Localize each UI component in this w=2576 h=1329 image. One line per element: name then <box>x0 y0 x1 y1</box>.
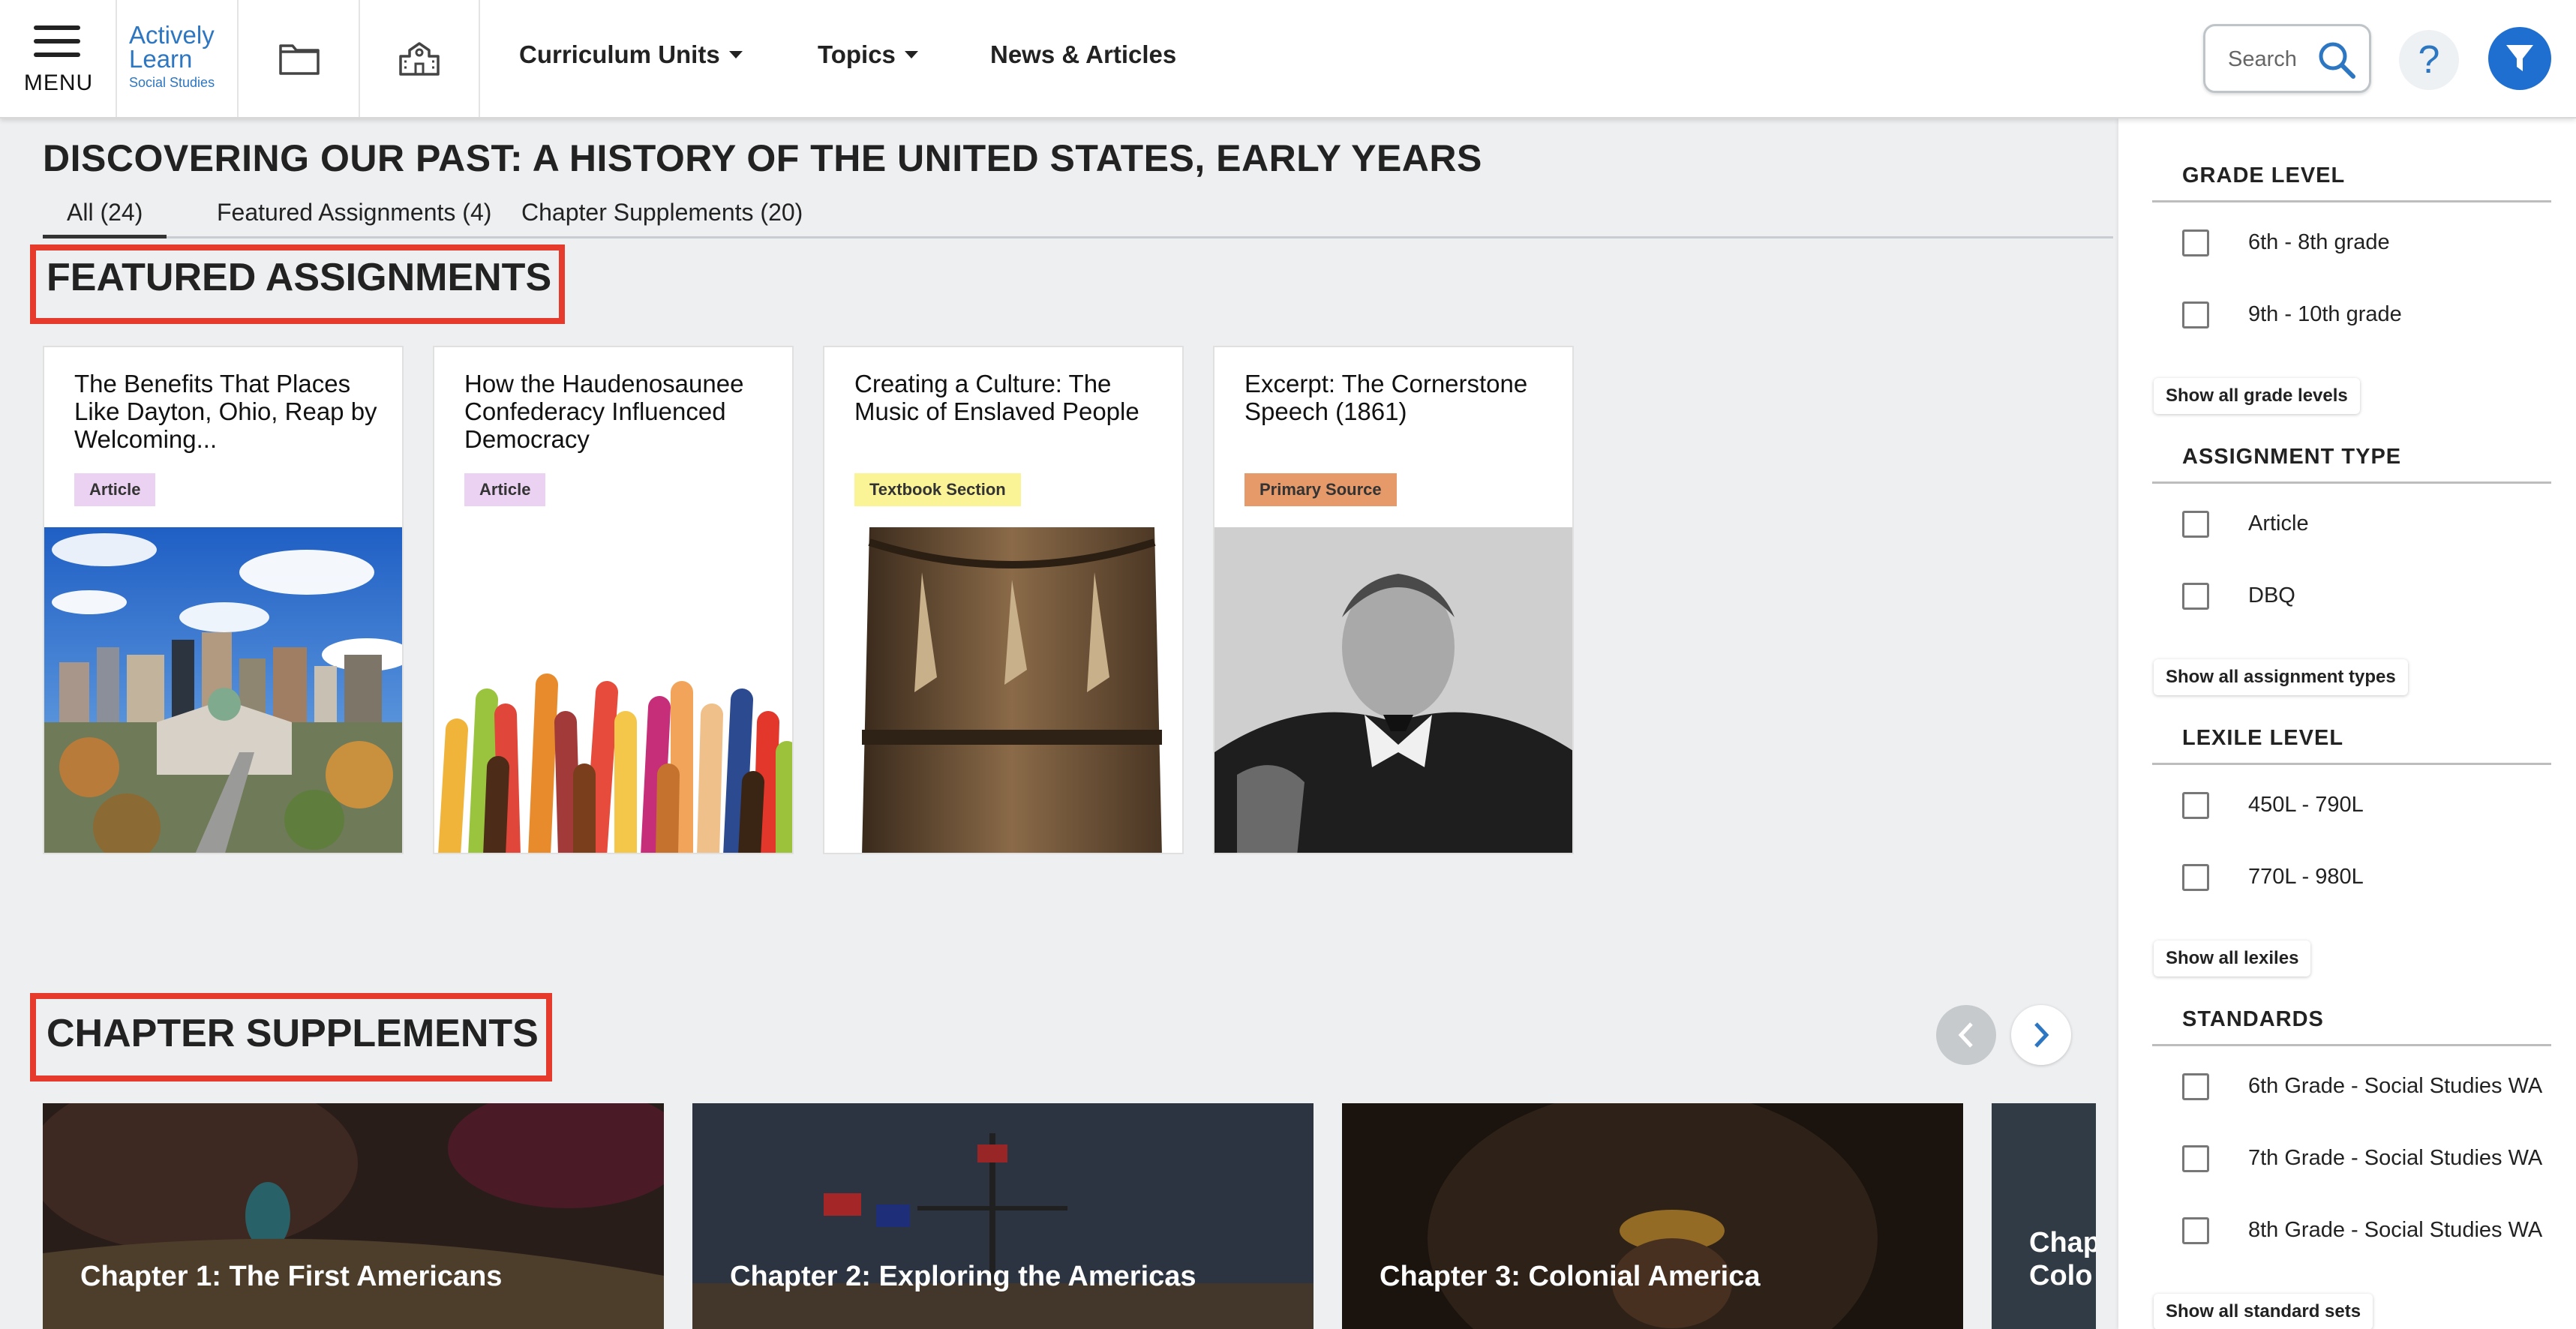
logo-line-3: Social Studies <box>129 75 215 90</box>
assignment-card-title: How the Haudenosaunee Confederacy Influe… <box>464 370 744 453</box>
hamburger-icon <box>34 26 80 57</box>
filter-button[interactable] <box>2488 27 2551 90</box>
caret-down-icon <box>904 51 918 58</box>
checkbox[interactable] <box>2182 864 2209 891</box>
search-input[interactable]: Search <box>2203 24 2371 93</box>
assignment-type-heading: ASSIGNMENT TYPE <box>2152 442 2551 484</box>
chapter-2-image <box>692 1103 1314 1329</box>
question-mark-icon: ? <box>2418 38 2440 82</box>
drum-artifact-image <box>824 527 1182 853</box>
filter-sidebar: GRADE LEVEL 6th - 8th grade 9th - 10th g… <box>2118 118 2576 1329</box>
chapter-card-title-line-2: Colo <box>2029 1260 2093 1292</box>
menu-label: MENU <box>23 70 94 95</box>
nav-topics[interactable]: Topics <box>818 40 918 69</box>
search-icon[interactable] <box>2316 40 2357 80</box>
filter-option-label: DBQ <box>2248 584 2295 608</box>
show-all-standard-sets-button[interactable]: Show all standard sets <box>2154 1294 2373 1329</box>
carousel-prev-button[interactable] <box>1936 1005 1996 1065</box>
assignment-card-title: The Benefits That Places Like Dayton, Oh… <box>74 370 377 453</box>
chapter-card-title: Chapter 2: Exploring the Americas <box>730 1261 1196 1292</box>
logo-line-2: Learn <box>129 45 193 73</box>
assignment-card[interactable]: Excerpt: The Cornerstone Speech (1861) P… <box>1213 346 1574 854</box>
actively-learn-logo[interactable]: Actively Learn Social Studies <box>119 0 239 117</box>
checkbox[interactable] <box>2182 511 2209 538</box>
filter-option-label: 770L - 980L <box>2248 865 2364 889</box>
logo-line-1: Actively <box>129 21 215 49</box>
help-button[interactable]: ? <box>2399 30 2459 90</box>
raised-hands-image <box>434 527 792 853</box>
folder-button[interactable] <box>240 0 360 117</box>
checkbox[interactable] <box>2182 230 2209 256</box>
school-building-icon <box>399 42 440 76</box>
filter-funnel-icon <box>2506 45 2533 71</box>
chapter-1-image <box>43 1103 664 1329</box>
chapter-card[interactable]: Chapter 2: Exploring the Americas <box>692 1103 1314 1329</box>
content-type-badge: Article <box>464 473 546 506</box>
show-all-grade-levels-button[interactable]: Show all grade levels <box>2154 378 2360 414</box>
assignment-card-title: Excerpt: The Cornerstone Speech (1861) <box>1244 370 1528 425</box>
nav-news-articles[interactable]: News & Articles <box>990 40 1176 69</box>
dayton-skyline-image <box>44 527 402 853</box>
nav-news-articles-label: News & Articles <box>990 40 1177 68</box>
page-title: DISCOVERING OUR PAST: A HISTORY OF THE U… <box>43 137 1482 179</box>
assignment-card[interactable]: Creating a Culture: The Music of Enslave… <box>823 346 1184 854</box>
assignment-card-title: Creating a Culture: The Music of Enslave… <box>854 370 1139 425</box>
checkbox[interactable] <box>2182 302 2209 328</box>
content-type-badge: Article <box>74 473 156 506</box>
nav-curriculum-units[interactable]: Curriculum Units <box>519 40 743 69</box>
alexander-stephens-portrait-image <box>1214 527 1572 853</box>
chapter-3-image <box>1342 1103 1963 1329</box>
chapter-card-title: Chapter 3: Colonial America <box>1380 1261 1761 1292</box>
content-type-badge: Primary Source <box>1244 473 1397 506</box>
grade-level-heading: GRADE LEVEL <box>2152 160 2551 202</box>
show-all-assignment-types-button[interactable]: Show all assignment types <box>2154 659 2408 695</box>
assignment-card[interactable]: How the Haudenosaunee Confederacy Influe… <box>433 346 794 854</box>
chapter-supplements-heading: CHAPTER SUPPLEMENTS <box>30 993 552 1082</box>
tab-featured-assignments[interactable]: Featured Assignments (4) <box>193 194 515 238</box>
filter-option-label: 9th - 10th grade <box>2248 302 2402 326</box>
caret-down-icon <box>728 51 743 58</box>
lexile-level-heading: LEXILE LEVEL <box>2152 723 2551 765</box>
filter-option-label: 6th - 8th grade <box>2248 230 2390 254</box>
main-content: DISCOVERING OUR PAST: A HISTORY OF THE U… <box>0 118 2118 1329</box>
filter-option-label: 6th Grade - Social Studies WA <box>2248 1074 2543 1098</box>
search-placeholder: Search <box>2228 47 2297 71</box>
checkbox[interactable] <box>2182 1217 2209 1244</box>
checkbox[interactable] <box>2182 792 2209 819</box>
folder-icon <box>279 44 320 75</box>
show-all-lexiles-button[interactable]: Show all lexiles <box>2154 940 2311 976</box>
chevron-left-icon <box>1958 1022 1973 1048</box>
filter-option-label: Article <box>2248 512 2309 536</box>
content-type-badge: Textbook Section <box>854 473 1021 506</box>
checkbox[interactable] <box>2182 1073 2209 1100</box>
menu-button[interactable]: MENU <box>0 0 117 117</box>
school-button[interactable] <box>360 0 480 117</box>
standards-heading: STANDARDS <box>2152 1004 2551 1046</box>
chapter-4-image <box>1992 1103 2096 1329</box>
chevron-right-icon <box>2034 1022 2049 1048</box>
chapter-card[interactable]: Chap Colo <box>1992 1103 2096 1329</box>
chapter-card-title-line-1: Chap <box>2029 1227 2096 1258</box>
chapter-card-title: Chap Colo <box>2029 1226 2096 1292</box>
tab-all[interactable]: All (24) <box>43 194 167 238</box>
nav-curriculum-units-label: Curriculum Units <box>519 40 720 68</box>
tab-chapter-supplements[interactable]: Chapter Supplements (20) <box>497 194 827 238</box>
filter-tabs: All (24) Featured Assignments (4) Chapte… <box>43 194 2113 238</box>
carousel-next-button[interactable] <box>2011 1005 2071 1065</box>
chapter-card[interactable]: Chapter 3: Colonial America <box>1342 1103 1963 1329</box>
checkbox[interactable] <box>2182 1145 2209 1172</box>
chapter-card-title: Chapter 1: The First Americans <box>80 1261 503 1292</box>
filter-option-label: 450L - 790L <box>2248 793 2364 817</box>
featured-assignments-heading: FEATURED ASSIGNMENTS <box>30 244 566 324</box>
assignment-card[interactable]: The Benefits That Places Like Dayton, Oh… <box>43 346 404 854</box>
nav-topics-label: Topics <box>818 40 896 68</box>
chapter-card[interactable]: Chapter 1: The First Americans <box>43 1103 664 1329</box>
filter-option-label: 7th Grade - Social Studies WA <box>2248 1146 2543 1170</box>
checkbox[interactable] <box>2182 583 2209 610</box>
top-navigation-bar: MENU Actively Learn Social Studies Curri… <box>0 0 2576 118</box>
filter-option-label: 8th Grade - Social Studies WA <box>2248 1218 2543 1242</box>
